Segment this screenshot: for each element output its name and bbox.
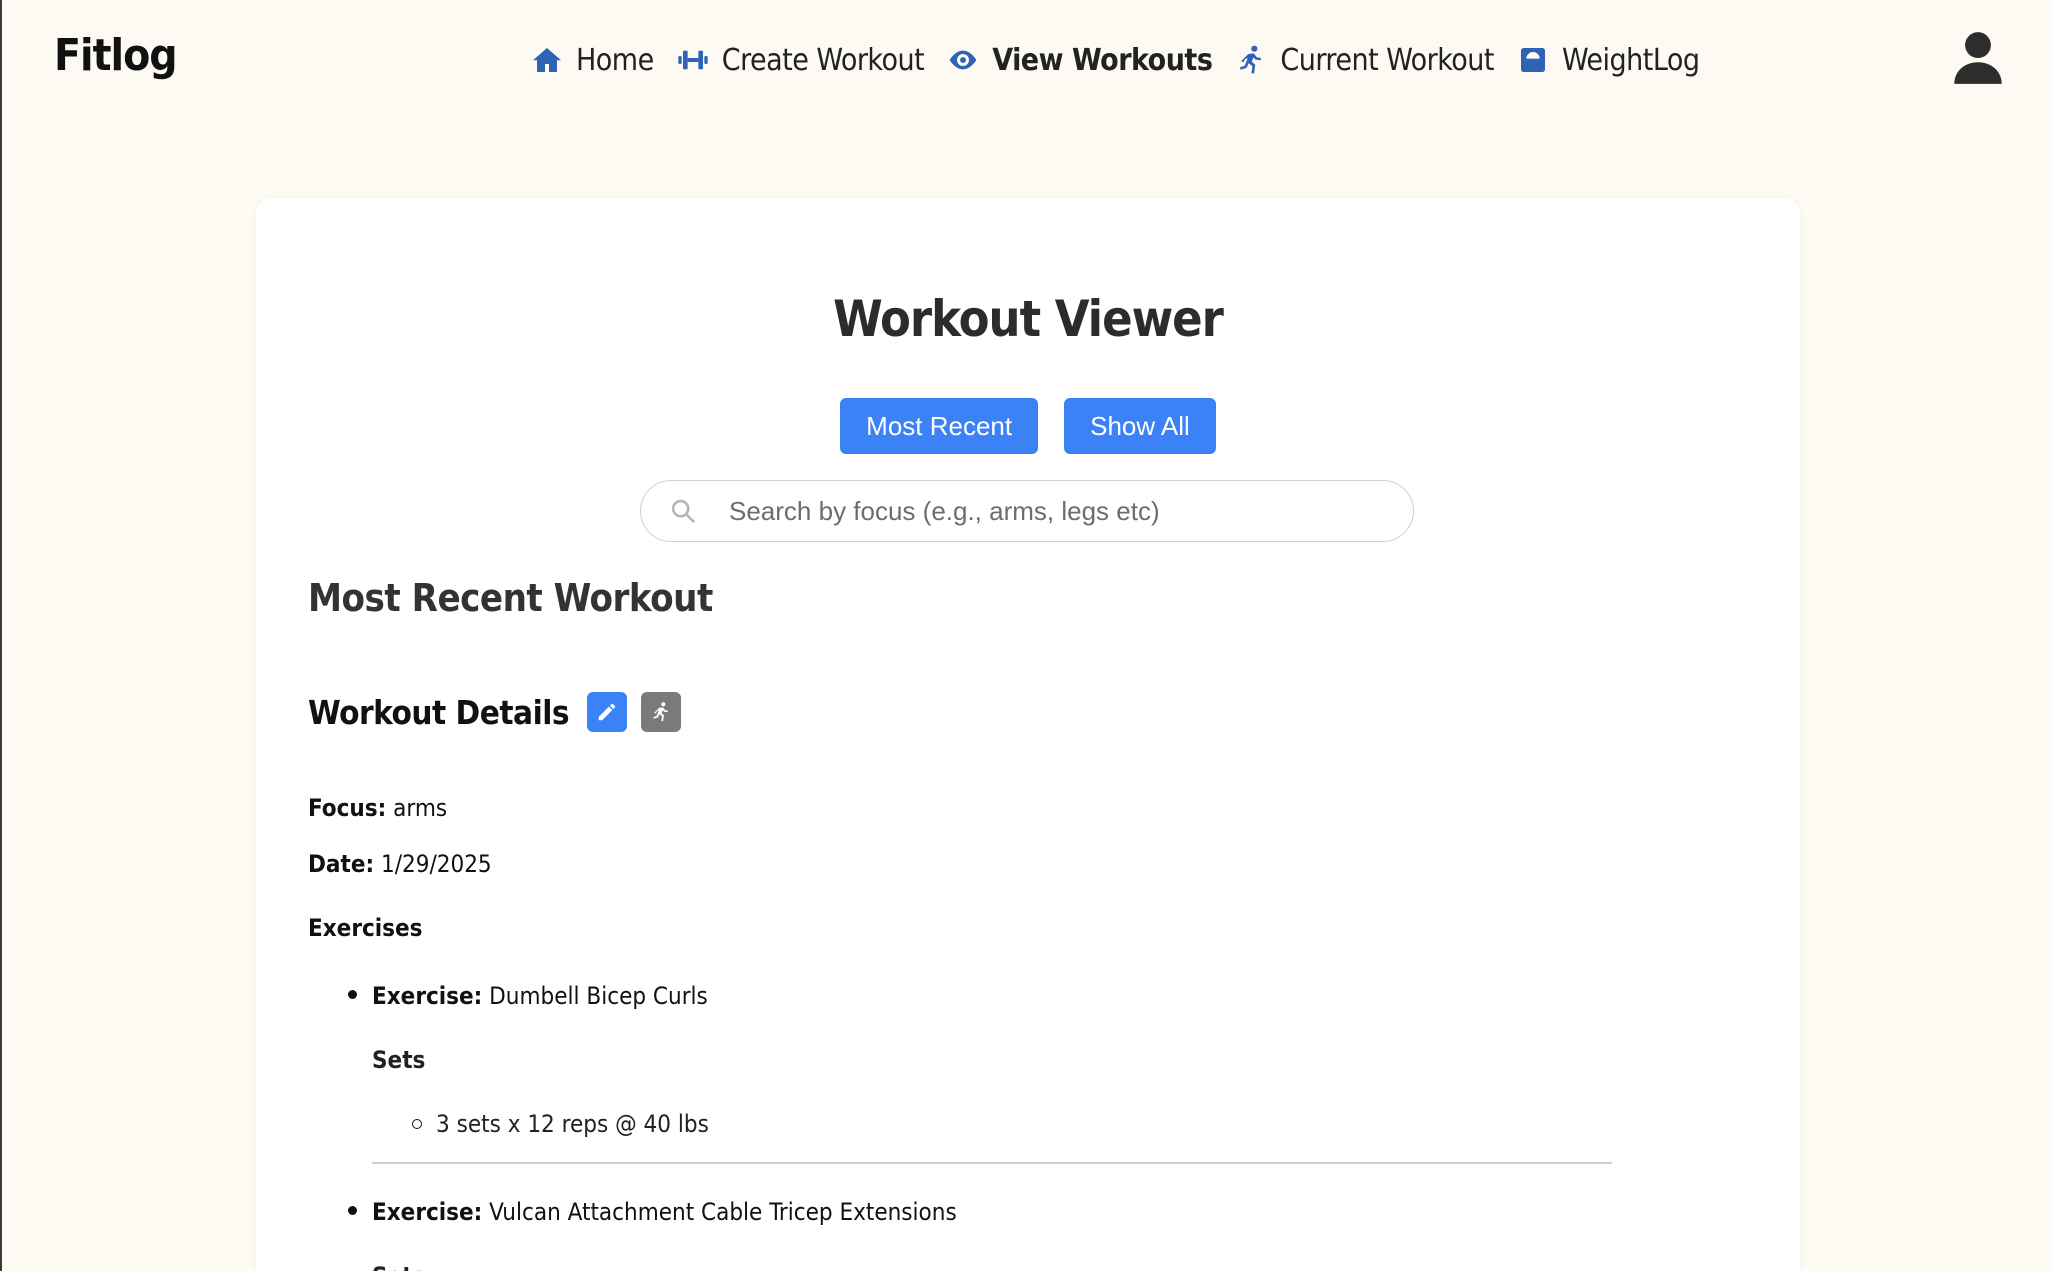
nav-home-label: Home [576,42,654,78]
exercise-list: Exercise: Dumbell Bicep Curls Sets 3 set… [308,976,1612,1271]
exercises-heading: Exercises [308,914,423,942]
nav-view-workouts[interactable]: View Workouts [946,42,1213,78]
sets-heading: Sets [372,1256,1608,1271]
exercise-name: Exercise: Dumbell Bicep Curls [372,976,1608,1016]
set-item: 3 sets x 12 reps @ 40 lbs [372,1104,1608,1144]
filter-buttons: Most Recent Show All [256,398,1800,454]
pencil-icon [598,703,616,721]
bullet [348,1206,357,1215]
nav-create-workout-label: Create Workout [721,42,925,78]
exercise-name: Exercise: Vulcan Attachment Cable Tricep… [372,1192,1608,1232]
workout-viewer-card: Workout Viewer Most Recent Show All Most… [256,198,1800,1271]
nav-weightlog[interactable]: WeightLog [1516,43,1700,78]
eye-icon [946,43,980,77]
exercise-label: Exercise: [372,1198,483,1226]
dumbbell-icon [676,43,710,77]
circle-bullet [412,1119,422,1129]
user-avatar-icon[interactable] [1952,30,2004,86]
exercise-value: Vulcan Attachment Cable Tricep Extension… [489,1198,957,1226]
focus-value: arms [393,794,448,822]
search-bar [640,480,1414,542]
set-detail: 3 sets x 12 reps @ 40 lbs [436,1110,709,1138]
nav-view-workouts-label: View Workouts [992,42,1213,78]
focus-label: Focus: [308,794,387,822]
brand-logo[interactable]: Fitlog [54,30,178,81]
exercise-label: Exercise: [372,982,483,1010]
sets-heading: Sets [372,1046,426,1074]
nav-current-workout-label: Current Workout [1280,42,1494,78]
most-recent-button[interactable]: Most Recent [840,398,1039,454]
search-input[interactable] [729,495,1369,527]
date-field: Date: 1/29/2025 [308,850,492,878]
show-all-button[interactable]: Show All [1064,398,1216,454]
workout-details-header: Workout Details [308,692,682,732]
nav-create-workout[interactable]: Create Workout [676,42,925,78]
nav-home[interactable]: Home [530,43,654,78]
date-label: Date: [308,850,375,878]
exercise-item: Exercise: Dumbell Bicep Curls Sets 3 set… [308,976,1612,1164]
workout-details-title: Workout Details [308,692,570,732]
exercise-item: Exercise: Vulcan Attachment Cable Tricep… [308,1192,1608,1271]
scale-icon [1516,43,1550,77]
exercise-divider [372,1162,1612,1164]
section-title: Most Recent Workout [308,576,713,620]
focus-field: Focus: arms [308,794,447,822]
home-icon [530,43,564,77]
edit-workout-button[interactable] [587,692,628,732]
running-icon [653,702,668,722]
start-workout-button[interactable] [641,692,682,732]
exercise-value: Dumbell Bicep Curls [489,982,708,1010]
nav-weightlog-label: WeightLog [1562,42,1700,78]
nav-current-workout[interactable]: Current Workout [1234,43,1494,78]
search-icon [669,497,697,525]
page-title: Workout Viewer [833,290,1224,348]
running-icon [1234,43,1268,77]
main-nav: Home Create Workout View Workouts Curren… [530,38,1700,82]
date-value: 1/29/2025 [380,850,492,878]
bullet [348,990,357,999]
